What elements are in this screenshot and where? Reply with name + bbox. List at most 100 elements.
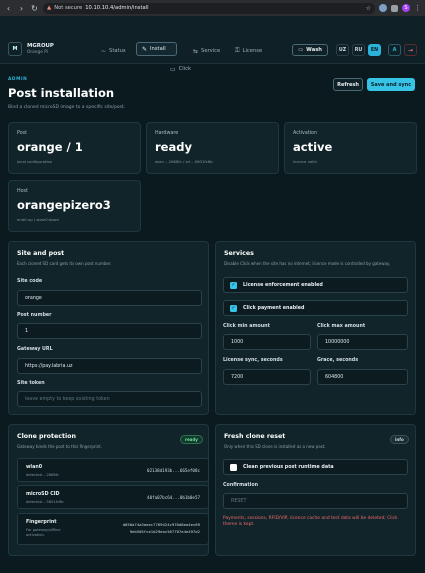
fingerprint-hash-line2: 9eb505fce1d29eac567707e4e497d2 — [129, 529, 200, 534]
panel-description: Gateway binds the post to this fingerpri… — [17, 444, 102, 449]
refresh-button[interactable]: Refresh — [333, 78, 363, 91]
wash-button[interactable]: ▭ Wash — [292, 44, 328, 56]
monitor-icon: ▭ — [298, 47, 304, 53]
lang-uz-button[interactable]: UZ — [336, 44, 349, 56]
row-value: 40fa07bc64...0b1b0e57 — [147, 495, 200, 500]
header-controls: ▭ Wash UZ RU EN A ⇥ — [292, 44, 417, 56]
row-sub: detected ...5601fc6b — [26, 500, 64, 504]
not-secure-icon: ▲ — [47, 5, 52, 11]
browser-toolbar: ‹ › ↻ ▲ Not secure 10.10.10.4/admin/inst… — [0, 0, 425, 16]
page-bottom — [0, 563, 425, 573]
site-token-input[interactable]: leave empty to keep existing token — [17, 391, 202, 407]
card-icon: ▭ — [170, 65, 176, 73]
wrench-icon: ✎ — [142, 45, 148, 53]
clone-protection-panel: Clone protection Gateway binds the post … — [8, 424, 209, 556]
grace-label: Grace, seconds — [317, 358, 359, 363]
license-sync-label: License sync, seconds — [223, 358, 283, 363]
panel-description: Only when this SD clone is installed as … — [224, 444, 326, 449]
panel-description: Each cloned SD card gets its own post nu… — [17, 261, 112, 266]
pulse-icon: ~ — [101, 47, 107, 55]
stat-label: Post — [17, 131, 28, 136]
confirmation-label: Confirmation — [223, 483, 259, 488]
address-bar[interactable]: ▲ Not secure 10.10.10.4/admin/install ☆ — [43, 2, 375, 14]
logout-icon[interactable]: ⇥ — [404, 44, 417, 56]
tab-license[interactable]: ⚿ License — [230, 45, 267, 57]
gateway-url-label: Gateway URL — [17, 347, 53, 352]
post-number-label: Post number — [17, 313, 52, 318]
stat-sub: wlan ...2668fc / sd ...5601fc6b — [155, 159, 213, 164]
click-min-label: Click min amount — [223, 324, 270, 329]
brand[interactable]: M MGROUP Orange Pi — [8, 42, 54, 56]
fingerprint-row-fingerprint: Fingerprint For gateway/offline activati… — [17, 513, 209, 545]
reset-warning: Payments, sessions, RFID/VIP, licence ca… — [223, 516, 398, 528]
panel-title: Services — [224, 250, 254, 257]
click-min-input[interactable]: 1000 — [223, 334, 311, 350]
fingerprint-hash-line1: d050a74a3aeec7769424c970d8ea4ec69 — [122, 522, 200, 527]
stat-card-activation: Activation active licence valid — [284, 122, 417, 174]
confirmation-input[interactable]: RESET — [223, 493, 408, 509]
services-panel: Services Disable Click when the site has… — [215, 241, 416, 415]
grace-input[interactable]: 604800 — [317, 369, 408, 385]
stat-label: Activation — [293, 131, 318, 136]
panel-description: Disable Click when the site has no inter… — [224, 261, 391, 266]
site-code-input[interactable]: orange — [17, 290, 202, 306]
stat-value: active — [293, 140, 333, 154]
click-max-label: Click max amount — [317, 324, 366, 329]
brand-name: MGROUP — [27, 43, 54, 49]
extensions-puzzle-icon[interactable] — [391, 4, 398, 12]
stat-sub: licence valid — [293, 159, 317, 164]
click-payment-label: Click payment enabled — [243, 305, 305, 311]
fresh-clone-reset-panel: Fresh clone reset Only when this SD clon… — [215, 424, 416, 556]
stat-sub: local configuration — [17, 159, 53, 164]
tab-license-label: License — [242, 48, 263, 54]
stat-label: Hardware — [155, 131, 179, 136]
stat-sub: end0:up / wlan0:down — [17, 217, 60, 222]
status-badge: ready — [180, 435, 203, 444]
back-icon[interactable]: ‹ — [4, 4, 13, 13]
fingerprint-row-microsd: microSD CID detected ...5601fc6b 40fa07b… — [17, 485, 209, 509]
click-max-input[interactable]: 10000000 — [317, 334, 408, 350]
profile-avatar[interactable]: S — [402, 4, 410, 12]
lang-en-button[interactable]: EN — [368, 44, 381, 56]
clean-runtime-data-label: Clean previous post runtime data — [243, 464, 334, 470]
tab-status-label: Status — [109, 48, 126, 54]
checkmark-icon: ✓ — [230, 304, 237, 312]
site-and-post-panel: Site and post Each cloned SD card gets i… — [8, 241, 209, 415]
gateway-url-input[interactable]: https://pay.labria.uz — [17, 358, 202, 374]
url-text: 10.10.10.4/admin/install — [85, 5, 149, 11]
row-sub: For gateway/offline activation. — [26, 528, 61, 537]
tab-click[interactable]: ▭ Click — [165, 63, 196, 75]
browser-menu-icon[interactable]: ⋮ — [414, 4, 421, 12]
not-secure-label: Not secure — [54, 5, 83, 11]
save-and-sync-button[interactable]: Save and sync — [367, 78, 415, 91]
license-enforcement-checkbox[interactable]: ✓ License enforcement enabled — [223, 277, 408, 293]
lang-ru-button[interactable]: RU — [352, 44, 365, 56]
post-number-input[interactable]: 1 — [17, 323, 202, 339]
sliders-icon: ⇆ — [193, 47, 199, 55]
reload-icon[interactable]: ↻ — [30, 4, 39, 13]
row-name: Fingerprint — [26, 520, 57, 525]
clean-runtime-data-checkbox[interactable]: Clean previous post runtime data — [223, 459, 408, 475]
stat-label: Host — [17, 189, 28, 194]
page-subtitle: Bind a cloned microSD image to a specifi… — [8, 105, 126, 110]
page-eyebrow: ADMIN — [8, 77, 28, 82]
a-button[interactable]: A — [388, 44, 401, 56]
stat-card-hardware: Hardware ready wlan ...2668fc / sd ...56… — [146, 122, 279, 174]
extension-icon[interactable] — [379, 4, 387, 12]
click-payment-checkbox[interactable]: ✓ Click payment enabled — [223, 300, 408, 316]
row-name: microSD CID — [26, 492, 60, 497]
license-sync-input[interactable]: 7200 — [223, 369, 311, 385]
info-badge: info — [390, 435, 409, 444]
star-icon[interactable]: ☆ — [366, 5, 371, 12]
site-token-label: Site token — [17, 381, 45, 386]
tab-status[interactable]: ~ Status — [96, 45, 131, 57]
tab-install[interactable]: ✎ Install — [136, 42, 177, 56]
stat-value: orange / 1 — [17, 140, 83, 154]
key-icon: ⚿ — [235, 47, 240, 54]
main-nav: ~ Status ✎ Install ⇆ Service ⚿ License ▭… — [92, 40, 272, 76]
stat-card-host: Host orangepizero3 end0:up / wlan0:down — [8, 180, 141, 232]
forward-icon[interactable]: › — [17, 4, 26, 13]
row-name: wlan0 — [26, 465, 43, 470]
page-title: Post installation — [8, 86, 115, 100]
tab-service[interactable]: ⇆ Service — [188, 45, 225, 57]
